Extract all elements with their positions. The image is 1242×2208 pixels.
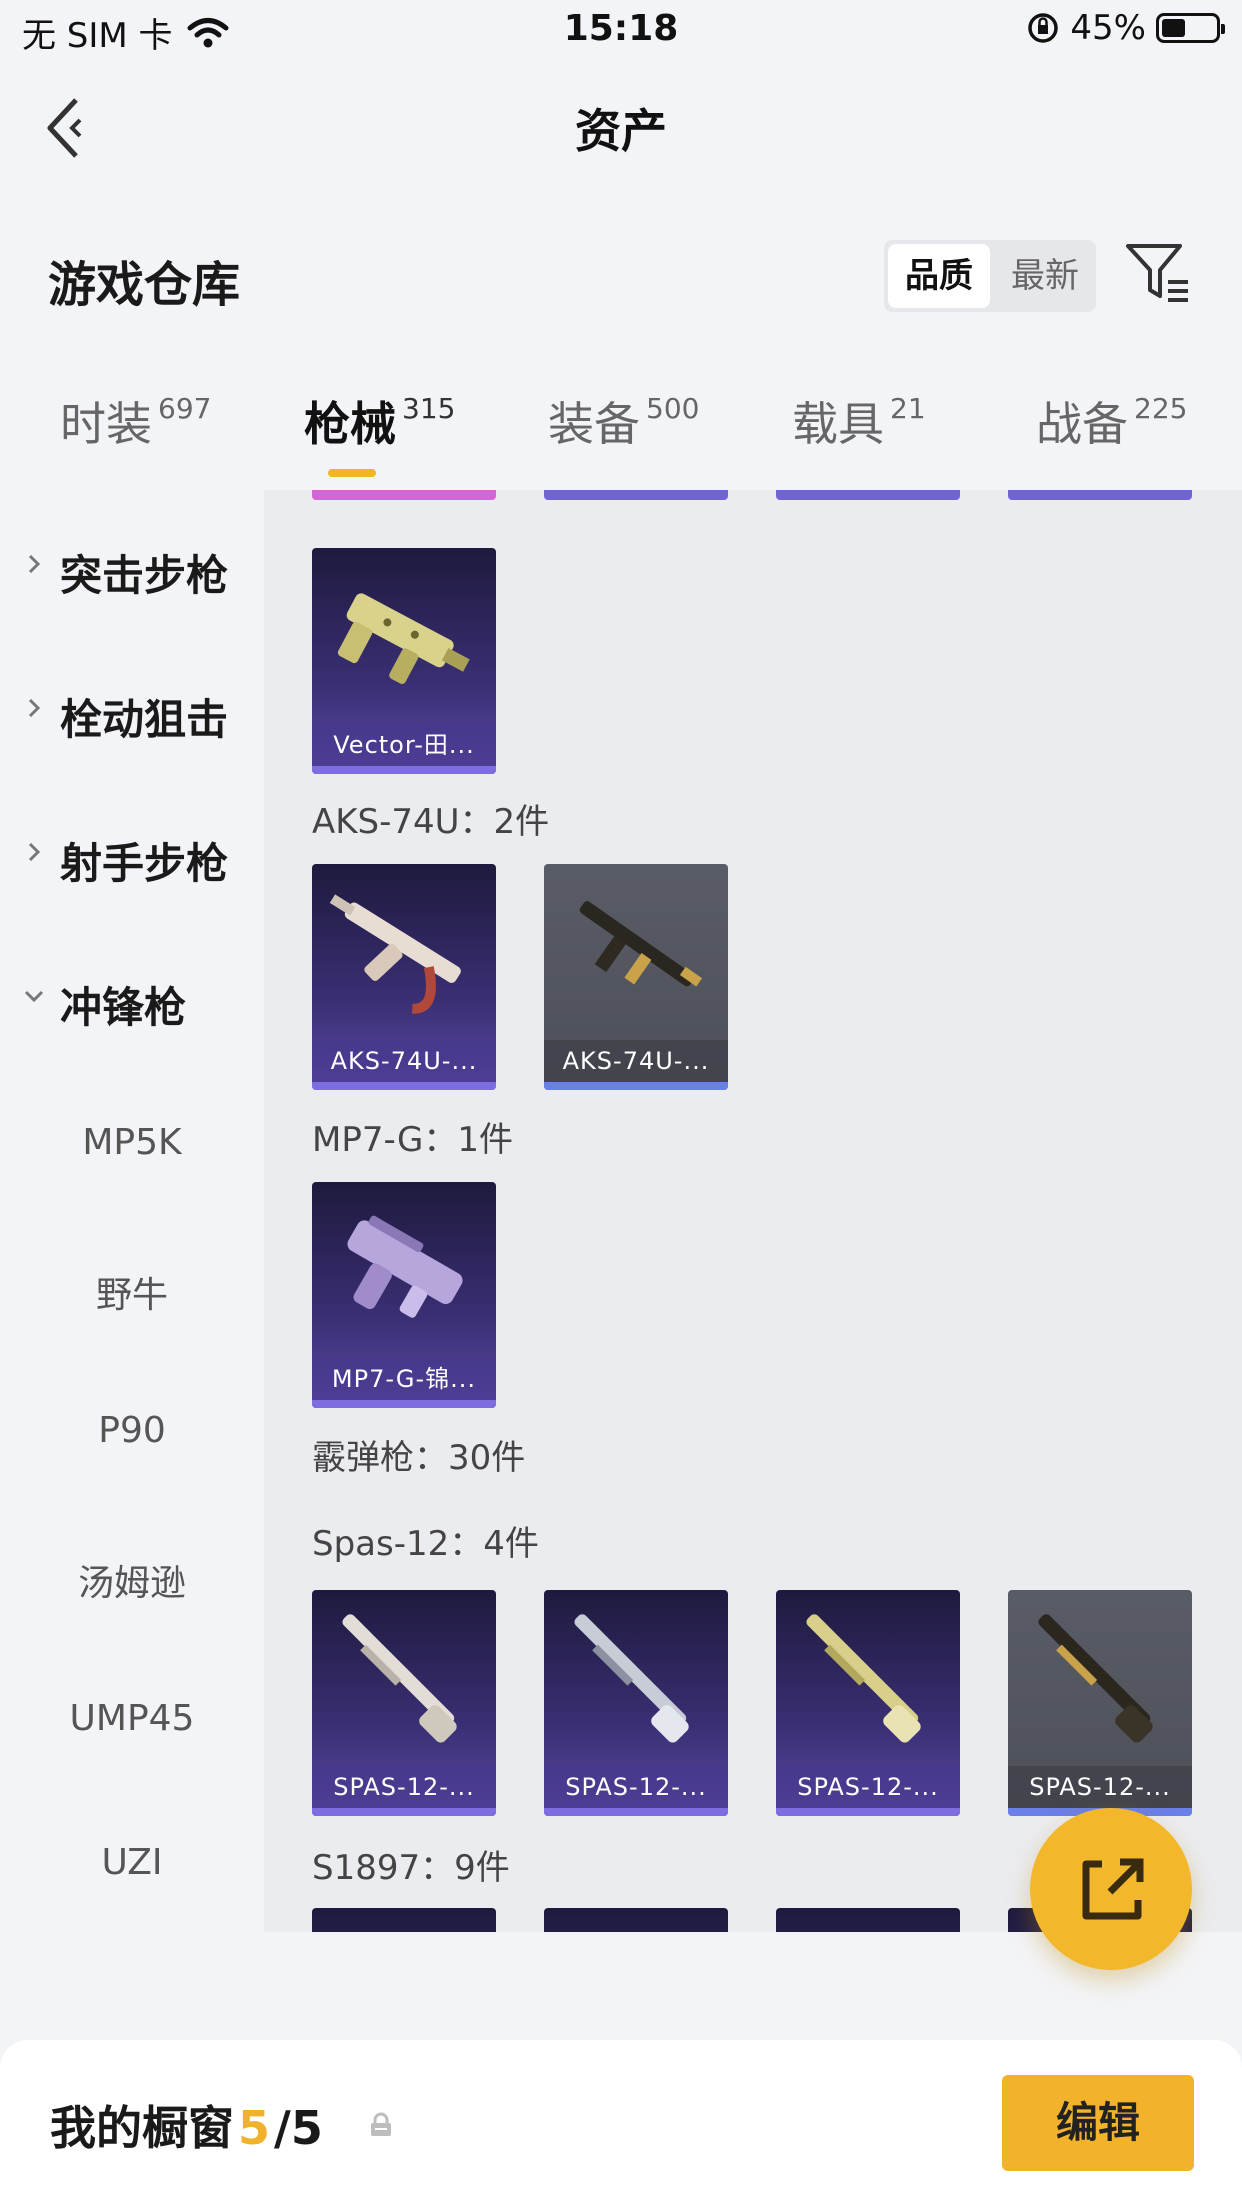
card-stub <box>544 490 728 500</box>
sidebar-item-label: 突击步枪 <box>60 551 229 600</box>
sidebar-item-label: 栓动狙击 <box>60 695 229 744</box>
tab-count: 697 <box>158 392 212 425</box>
group-header-mp7g: MP7-G：1件 <box>312 1120 513 1160</box>
tab-count: 315 <box>402 392 456 425</box>
spas12-gun-image <box>1038 1614 1153 1743</box>
card-stub <box>776 490 960 500</box>
aks74u-gun-image <box>579 901 703 987</box>
sidebar-sub-p90[interactable]: P90 <box>0 1410 264 1451</box>
tab-label: 枪械 <box>304 397 396 451</box>
item-card-s1897[interactable] <box>776 1908 960 1932</box>
battery-group: 45% <box>1026 8 1225 48</box>
page-title: 资产 <box>575 104 667 158</box>
group-header-s1897: S1897：9件 <box>312 1848 510 1888</box>
mp7-gun-image <box>347 1215 463 1318</box>
item-card-spas12-2[interactable]: SPAS-12-... <box>544 1590 728 1816</box>
group-header-spas12: Spas-12：4件 <box>312 1524 539 1564</box>
sidebar-item-label: 冲锋枪 <box>60 983 187 1032</box>
tab-fashion[interactable]: 时装 697 <box>60 388 211 454</box>
spas12-gun-image <box>574 1614 689 1743</box>
lock-icon <box>371 2112 391 2136</box>
item-card-label: MP7-G-锦... <box>312 1358 496 1400</box>
share-fab-button[interactable] <box>1030 1808 1192 1970</box>
item-card-label: AKS-74U-... <box>544 1040 728 1082</box>
item-card-label: SPAS-12-... <box>776 1766 960 1808</box>
group-header-shotgun: 霰弹枪：30件 <box>312 1438 526 1478</box>
rarity-bar <box>312 1808 496 1816</box>
card-stub <box>1008 490 1192 500</box>
item-card-s1897[interactable] <box>312 1908 496 1932</box>
showcase-total-count: /5 <box>274 2101 323 2155</box>
item-card-spas12-1[interactable]: SPAS-12-... <box>312 1590 496 1816</box>
rarity-bar <box>312 1082 496 1090</box>
rarity-bar <box>544 1082 728 1090</box>
item-card-label: Vector-田... <box>312 724 496 766</box>
tab-label: 战备 <box>1036 397 1128 451</box>
item-card-spas12-3[interactable]: SPAS-12-... <box>776 1590 960 1816</box>
rarity-bar <box>312 1400 496 1408</box>
sidebar-sub-thompson[interactable]: 汤姆逊 <box>0 1554 264 1606</box>
tab-equipment[interactable]: 装备 500 <box>548 388 699 454</box>
card-stub <box>312 490 496 500</box>
chevron-right-icon <box>28 554 41 574</box>
tab-vehicles[interactable]: 载具 21 <box>792 388 926 454</box>
sort-newest-button[interactable]: 最新 <box>994 240 1096 312</box>
battery-percent: 45% <box>1070 8 1146 48</box>
sidebar-sub-uzi[interactable]: UZI <box>0 1842 264 1883</box>
status-bar: 无 SIM 卡 15:18 45% <box>0 0 1242 62</box>
spas12-gun-image <box>342 1614 457 1743</box>
category-tabs: 时装 697 枪械 315 装备 500 载具 21 战备 225 <box>0 388 1242 468</box>
rarity-bar <box>544 1808 728 1816</box>
tab-count: 21 <box>890 392 926 425</box>
showcase-label: 我的橱窗 <box>50 2101 234 2155</box>
item-card-mp7g[interactable]: MP7-G-锦... <box>312 1182 496 1408</box>
item-card-label: SPAS-12-... <box>312 1766 496 1808</box>
item-card-aks74u-1[interactable]: AKS-74U-... <box>312 864 496 1090</box>
showcase-title: 我的橱窗 5 /5 <box>50 2092 323 2158</box>
item-card-label: SPAS-12-... <box>544 1766 728 1808</box>
sidebar-item-label: 射手步枪 <box>60 839 229 888</box>
filter-icon[interactable] <box>1124 240 1194 306</box>
sidebar-sub-mp5k[interactable]: MP5K <box>0 1122 264 1163</box>
tab-guns[interactable]: 枪械 315 <box>304 388 455 454</box>
active-tab-indicator <box>328 469 376 477</box>
sort-toggle: 品质 最新 <box>884 240 1096 312</box>
showcase-current-count: 5 <box>238 2101 271 2155</box>
category-sidebar: 突击步枪 栓动狙击 射手步枪 冲锋枪 MP5K 野牛 P90 汤姆逊 UMP45… <box>0 490 264 1930</box>
item-card-aks74u-2[interactable]: AKS-74U-... <box>544 864 728 1090</box>
chevron-right-icon <box>28 842 41 862</box>
item-card-label: SPAS-12-... <box>1008 1766 1192 1808</box>
tab-count: 500 <box>646 392 700 425</box>
edit-button[interactable]: 编辑 <box>1002 2075 1194 2171</box>
warehouse-title: 游戏仓库 <box>48 257 241 313</box>
item-grid-panel: Vector-田... AKS-74U：2件 AKS-74U-... AKS-7… <box>264 490 1242 1932</box>
chevron-right-icon <box>28 698 41 718</box>
aks74u-gun-image <box>329 894 461 1014</box>
tab-label: 载具 <box>792 397 884 451</box>
rarity-bar <box>776 1808 960 1816</box>
share-external-icon <box>1082 1858 1144 1920</box>
tab-gear[interactable]: 战备 225 <box>1036 388 1187 454</box>
tab-label: 装备 <box>548 397 640 451</box>
battery-icon <box>1156 13 1225 43</box>
item-card-label: AKS-74U-... <box>312 1040 496 1082</box>
sidebar-sub-ump45[interactable]: UMP45 <box>0 1698 264 1739</box>
orientation-lock-icon <box>1028 13 1059 43</box>
sidebar-sub-bizon[interactable]: 野牛 <box>0 1266 264 1318</box>
item-card-spas12-4[interactable]: SPAS-12-... <box>1008 1590 1192 1816</box>
sort-quality-button[interactable]: 品质 <box>888 244 990 308</box>
group-header-aks74u: AKS-74U：2件 <box>312 802 550 842</box>
tab-label: 时装 <box>60 397 152 451</box>
vector-gun-image <box>337 593 470 685</box>
item-card-vector[interactable]: Vector-田... <box>312 548 496 774</box>
tab-count: 225 <box>1134 392 1188 425</box>
spas12-gun-image <box>806 1614 921 1743</box>
item-card-s1897[interactable] <box>544 1908 728 1932</box>
chevron-down-icon <box>24 990 44 1003</box>
rarity-bar <box>312 766 496 774</box>
